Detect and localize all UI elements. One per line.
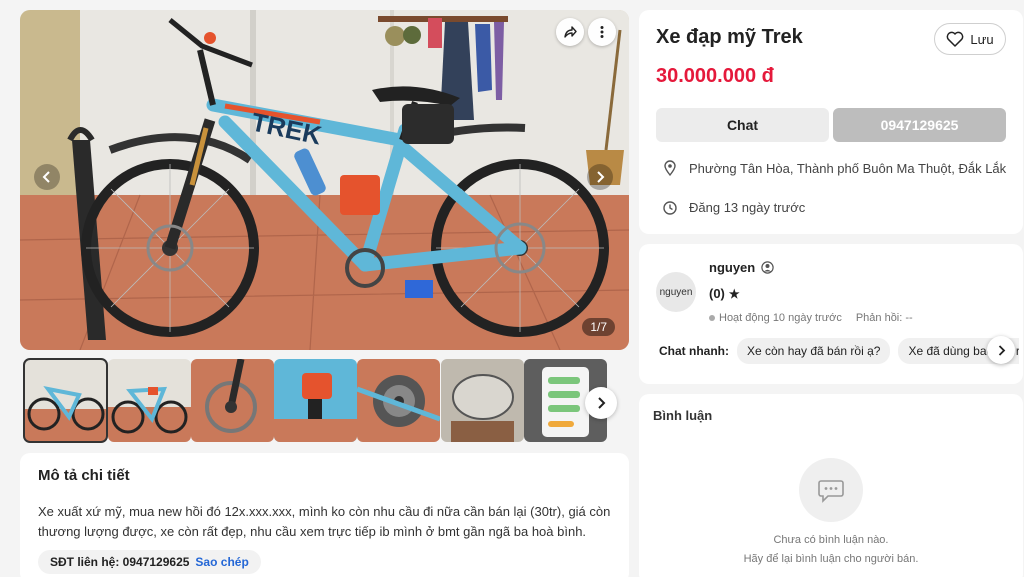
heart-icon bbox=[947, 31, 964, 47]
chevron-right-icon bbox=[597, 171, 605, 183]
chevron-right-icon bbox=[998, 344, 1005, 356]
location-text: Phường Tân Hòa, Thành phố Buôn Ma Thuột,… bbox=[689, 160, 1007, 176]
thumbnail[interactable] bbox=[441, 359, 524, 442]
copy-phone-button[interactable]: Sao chép bbox=[195, 555, 248, 569]
share-icon bbox=[564, 26, 577, 38]
user-profile-icon bbox=[761, 261, 774, 274]
seller-meta: Hoạt động 10 ngày trước Phản hồi: -- bbox=[709, 312, 913, 324]
clock-icon bbox=[663, 200, 677, 215]
more-vertical-icon bbox=[600, 26, 604, 38]
avatar[interactable]: nguyen bbox=[656, 272, 696, 312]
thumbnail[interactable] bbox=[191, 359, 274, 442]
contact-phone-label: SĐT liên hệ: 0947129625 bbox=[50, 555, 190, 569]
quick-chat-label: Chat nhanh: bbox=[659, 344, 729, 358]
chat-button[interactable]: Chat bbox=[656, 108, 829, 142]
description-card: Mô tả chi tiết Xe xuất xứ mỹ, mua new hồ… bbox=[20, 453, 629, 577]
posted-text: Đăng 13 ngày trước bbox=[689, 200, 806, 215]
gallery-prev-button[interactable] bbox=[34, 164, 60, 190]
quick-chat-next-button[interactable] bbox=[987, 336, 1015, 364]
share-button[interactable] bbox=[556, 18, 584, 46]
thumbnails-next-button[interactable] bbox=[585, 387, 617, 419]
more-options-button[interactable] bbox=[588, 18, 616, 46]
seller-card: nguyen nguyen (0) ★ Hoạt động 10 ngày tr… bbox=[639, 244, 1023, 384]
product-card: Xe đạp mỹ Trek 30.000.000 đ Lưu Chat 094… bbox=[639, 10, 1023, 234]
chat-bubble-icon bbox=[799, 458, 863, 522]
rating-count: (0) bbox=[709, 286, 725, 301]
quick-chat-chip[interactable]: Xe còn hay đã bán rồi ạ? bbox=[737, 338, 891, 364]
star-icon: ★ bbox=[728, 286, 740, 301]
show-phone-button[interactable]: 0947129625 bbox=[833, 108, 1006, 142]
photo-counter: 1/7 bbox=[582, 318, 615, 336]
description-text: Xe xuất xứ mỹ, mua new hồi đó 12x.xxx.xx… bbox=[38, 504, 611, 539]
posted-row: Đăng 13 ngày trước bbox=[663, 200, 805, 215]
thumbnail-strip bbox=[20, 358, 620, 443]
thumbnail[interactable] bbox=[23, 358, 108, 443]
status-dot-icon bbox=[709, 315, 715, 322]
comments-empty-hint: Hãy để lại bình luận cho người bán. bbox=[743, 553, 919, 565]
comments-heading: Bình luận bbox=[653, 408, 713, 423]
seller-name-row[interactable]: nguyen bbox=[709, 260, 774, 275]
description-heading: Mô tả chi tiết bbox=[38, 467, 130, 484]
seller-activity: Hoạt động 10 ngày trước bbox=[709, 312, 842, 324]
seller-name[interactable]: nguyen bbox=[709, 260, 755, 275]
thumbnail[interactable] bbox=[274, 359, 357, 442]
thumbnail[interactable] bbox=[108, 359, 191, 442]
chevron-left-icon bbox=[42, 171, 50, 183]
location-pin-icon bbox=[664, 160, 676, 176]
comments-card: Bình luận Chưa có bình luận nào. Hãy để … bbox=[639, 394, 1023, 577]
main-photo[interactable]: TREK 1/7 bbox=[20, 10, 629, 350]
chevron-right-icon bbox=[598, 397, 606, 409]
gallery-next-button[interactable] bbox=[587, 164, 613, 190]
seller-activity-text: Hoạt động 10 ngày trước bbox=[719, 312, 842, 324]
comments-empty-text: Chưa có bình luận nào. bbox=[773, 534, 889, 546]
save-button[interactable]: Lưu bbox=[934, 23, 1006, 55]
save-label: Lưu bbox=[970, 31, 994, 47]
seller-rating: (0) ★ bbox=[709, 286, 740, 301]
thumbnail[interactable] bbox=[357, 359, 440, 442]
location-row: Phường Tân Hòa, Thành phố Buôn Ma Thuột,… bbox=[663, 160, 1006, 176]
contact-phone: SĐT liên hệ: 0947129625 Sao chép bbox=[38, 550, 261, 574]
product-price: 30.000.000 đ bbox=[656, 65, 774, 87]
quick-chat: Chat nhanh: Xe còn hay đã bán rồi ạ? Xe … bbox=[659, 338, 1019, 364]
seller-reply-rate: Phản hồi: -- bbox=[855, 312, 913, 324]
